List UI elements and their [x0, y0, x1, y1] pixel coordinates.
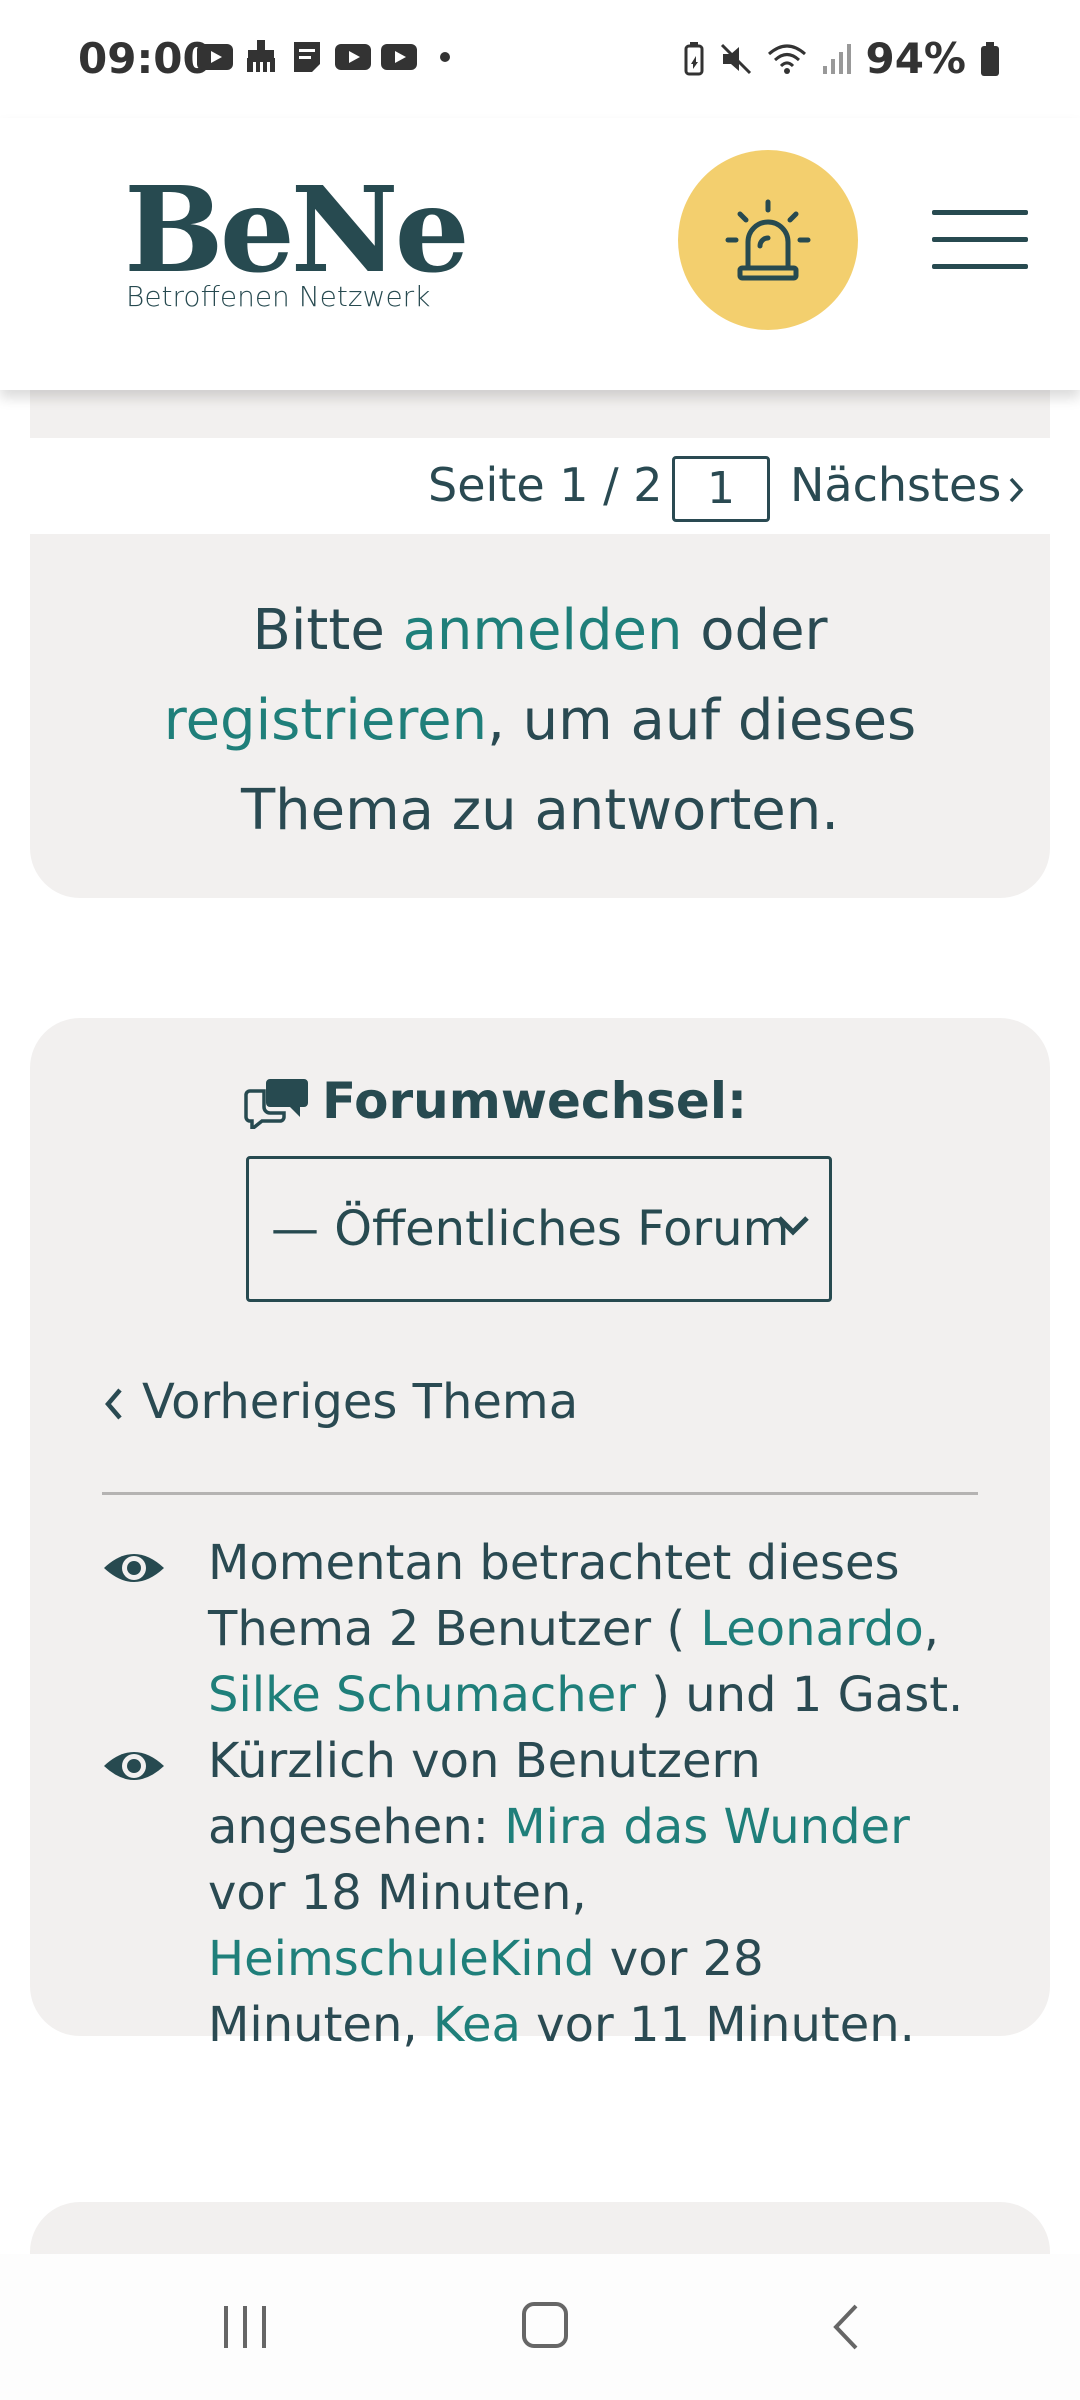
- pagination: Seite 1 / 2 1 Nächstes: [0, 438, 1080, 534]
- viewers-text: ,: [923, 1601, 939, 1657]
- emergency-button[interactable]: [678, 150, 858, 330]
- login-link[interactable]: anmelden: [403, 598, 683, 663]
- eye-icon: [104, 1554, 164, 1582]
- forum-select[interactable]: — Öffentliches Forum: [246, 1156, 832, 1302]
- content-strip: [30, 390, 1050, 438]
- status-bar: 09:00 94%: [0, 0, 1080, 118]
- viewers-text: ) und 1 Gast.: [635, 1667, 964, 1723]
- page-number-input[interactable]: 1: [672, 456, 770, 522]
- cleaner-icon: [242, 40, 280, 74]
- forum-select-value: — Öffentliches Forum: [271, 1201, 790, 1257]
- menu-line: [932, 210, 1028, 215]
- user-link-kea[interactable]: Kea: [433, 1997, 521, 2053]
- recent-viewers: Kürzlich von Benutzern angesehen: Mira d…: [102, 1728, 915, 2053]
- user-link-silke-schumacher[interactable]: Silke Schumacher: [208, 1667, 636, 1723]
- forum-switch-title: Forumwechsel:: [322, 1072, 747, 1130]
- more-notifications-dot: [440, 52, 450, 62]
- forum-switch-card: Forumwechsel: — Öffentliches Forum Vorhe…: [30, 1018, 1050, 2053]
- forum-switch-heading: Forumwechsel:: [244, 1072, 747, 1130]
- alarm-light-icon: [725, 199, 811, 281]
- login-text-part: oder: [682, 598, 828, 663]
- chevron-left-icon: [105, 1388, 122, 1420]
- register-link[interactable]: registrieren: [164, 688, 487, 753]
- bene-logo[interactable]: BeNe Betroffenen Netzwerk: [124, 160, 470, 314]
- battery-saver-icon: [684, 41, 704, 75]
- eye-icon: [104, 1752, 164, 1780]
- viewers-time: vor 18 Minuten,: [208, 1865, 587, 1921]
- youtube-icon: [196, 40, 234, 74]
- user-link-leonardo[interactable]: Leonardo: [700, 1601, 923, 1657]
- recent-viewers-text: Kürzlich von Benutzern angesehen: Mira d…: [208, 1728, 988, 2058]
- menu-line: [932, 237, 1028, 242]
- mute-icon: [721, 43, 752, 74]
- user-link-mira-das-wunder[interactable]: Mira das Wunder: [504, 1799, 910, 1855]
- chevron-down-icon: [775, 1213, 811, 1241]
- system-icons: 94%: [683, 34, 1000, 83]
- login-text-part: Bitte: [252, 598, 403, 663]
- viewers-time: vor 11 Minuten.: [520, 1997, 915, 2053]
- notification-icons: [196, 40, 450, 74]
- previous-topic-link[interactable]: Vorheriges Thema: [102, 1374, 578, 1430]
- logo-wordmark: BeNe: [124, 160, 470, 299]
- current-viewers-text: Momentan betrachtet dieses Thema 2 Benut…: [208, 1530, 988, 1728]
- recent-apps-icon: [224, 2306, 266, 2348]
- comments-icon: [244, 1079, 308, 1129]
- previous-topic-label: Vorheriges Thema: [142, 1374, 579, 1430]
- user-link-heimschulekind[interactable]: HeimschuleKind: [208, 1931, 595, 1987]
- next-page-label: Nächstes: [790, 458, 1002, 512]
- back-button[interactable]: [830, 2302, 860, 2356]
- back-icon: [833, 2304, 858, 2350]
- divider: [102, 1492, 978, 1495]
- site-header: BeNe Betroffenen Netzwerk: [0, 118, 1080, 390]
- login-prompt-card: Bitte anmelden oder registrieren, um auf …: [30, 534, 1050, 898]
- status-time: 09:00: [78, 34, 212, 83]
- current-viewers: Momentan betrachtet dieses Thema 2 Benut…: [102, 1530, 963, 1723]
- logo-subtitle: Betroffenen Netzwerk: [126, 280, 431, 313]
- chevron-right-icon: [1007, 462, 1025, 516]
- battery-percentage: 94%: [865, 34, 966, 83]
- menu-line: [932, 264, 1028, 269]
- recent-apps-button[interactable]: [222, 2304, 268, 2350]
- hamburger-menu-button[interactable]: [932, 210, 1028, 270]
- page-indicator: Seite 1 / 2: [428, 458, 663, 512]
- notes-icon: [288, 40, 326, 74]
- wifi-icon: [768, 44, 807, 74]
- next-page-link[interactable]: Nächstes: [790, 458, 1025, 516]
- youtube-icon: [380, 40, 418, 74]
- battery-icon: [981, 41, 999, 76]
- system-navigation-bar: [0, 2254, 1080, 2400]
- signal-icon: [823, 43, 852, 74]
- youtube-icon: [334, 40, 372, 74]
- home-button[interactable]: [522, 2302, 568, 2348]
- login-prompt-text: Bitte anmelden oder registrieren, um auf …: [90, 586, 990, 856]
